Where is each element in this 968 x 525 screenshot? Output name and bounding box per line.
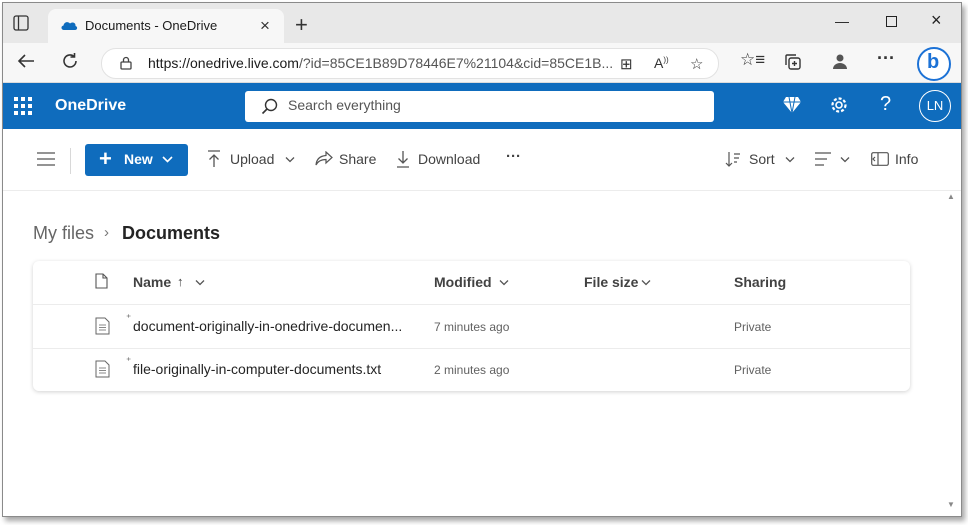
table-row[interactable]: ⁺ document-originally-in-onedrive-docume… <box>33 305 910 349</box>
app-available-icon[interactable]: ⊞ <box>620 55 633 73</box>
collections-icon[interactable] <box>784 53 802 71</box>
file-type-header-icon[interactable] <box>95 273 108 289</box>
maximize-icon[interactable] <box>886 16 897 27</box>
avatar[interactable]: LN <box>919 90 951 122</box>
upload-icon[interactable] <box>207 150 221 168</box>
download-icon[interactable] <box>396 150 410 168</box>
table-row[interactable]: ⁺ file-originally-in-computer-documents.… <box>33 348 910 391</box>
file-name-link[interactable]: file-originally-in-computer-documents.tx… <box>133 361 381 377</box>
settings-gear-icon[interactable] <box>829 95 849 115</box>
minimize-icon[interactable]: — <box>835 13 849 29</box>
chevron-down-icon <box>162 156 173 163</box>
add-favorite-icon[interactable]: ☆ <box>690 55 703 73</box>
read-aloud-icon[interactable]: A)) <box>654 55 669 71</box>
column-header-sharing[interactable]: Sharing <box>734 274 786 290</box>
help-icon[interactable]: ? <box>880 93 891 116</box>
lock-icon[interactable] <box>120 56 132 70</box>
browser-window: Documents - OneDrive × + — × https://one… <box>2 2 962 517</box>
file-sharing: Private <box>734 320 772 334</box>
chevron-down-icon[interactable] <box>641 279 651 287</box>
close-tab-icon[interactable]: × <box>260 16 270 36</box>
view-options-icon[interactable] <box>815 152 831 166</box>
scroll-down-icon[interactable]: ▼ <box>947 500 955 509</box>
favorites-icon[interactable]: ☆≡ <box>740 50 765 70</box>
new-tab-icon[interactable]: + <box>295 12 308 38</box>
chevron-down-icon[interactable] <box>840 156 850 164</box>
column-header-name[interactable]: Name <box>133 274 171 290</box>
plus-icon: + <box>99 146 112 171</box>
file-sharing: Private <box>734 363 772 377</box>
chevron-down-icon[interactable] <box>785 156 795 164</box>
premium-diamond-icon[interactable] <box>782 96 802 114</box>
breadcrumb-separator-icon: › <box>104 224 109 241</box>
chevron-down-icon[interactable] <box>499 279 509 287</box>
browser-tab[interactable]: Documents - OneDrive × <box>48 9 284 43</box>
upload-button[interactable]: Upload <box>230 151 274 167</box>
back-icon[interactable] <box>17 53 35 69</box>
more-options-icon[interactable]: ··· <box>877 48 895 69</box>
command-bar: + New Upload Share Download ··· Sort Inf… <box>3 130 961 191</box>
file-list: Name ↑ Modified File size Sharing ⁺ docu… <box>33 261 910 391</box>
sort-button[interactable]: Sort <box>749 151 775 167</box>
info-icon[interactable] <box>871 152 889 166</box>
column-header-modified[interactable]: Modified <box>434 274 492 290</box>
file-modified: 7 minutes ago <box>434 320 510 334</box>
download-button[interactable]: Download <box>418 151 480 167</box>
tab-actions-icon[interactable] <box>13 15 29 31</box>
url-text: https://onedrive.live.com/?id=85CE1B89D7… <box>148 55 614 71</box>
file-name-link[interactable]: document-originally-in-onedrive-documen.… <box>133 318 402 334</box>
scrollbar[interactable]: ▲ ▼ <box>943 190 959 515</box>
search-box[interactable] <box>245 91 714 122</box>
file-modified: 2 minutes ago <box>434 363 510 377</box>
search-input[interactable] <box>288 97 688 113</box>
scroll-up-icon[interactable]: ▲ <box>947 192 955 201</box>
new-file-sparkle-icon: ⁺ <box>126 313 132 324</box>
share-button[interactable]: Share <box>339 151 376 167</box>
column-header-file-size[interactable]: File size <box>584 274 638 290</box>
brand-name[interactable]: OneDrive <box>55 97 126 115</box>
sort-ascending-icon: ↑ <box>177 274 184 289</box>
breadcrumb-my-files[interactable]: My files <box>33 223 94 244</box>
bing-chat-icon[interactable]: b <box>917 47 951 81</box>
new-button[interactable]: + New <box>85 144 188 176</box>
more-commands-icon[interactable]: ··· <box>506 148 521 165</box>
list-header-row: Name ↑ Modified File size Sharing <box>33 261 910 305</box>
text-file-icon <box>95 360 110 378</box>
new-button-label: New <box>124 151 153 167</box>
refresh-icon[interactable] <box>61 52 79 70</box>
page-title: Documents <box>122 223 221 243</box>
url-field[interactable]: https://onedrive.live.com/?id=85CE1B89D7… <box>101 48 719 79</box>
share-icon[interactable] <box>315 151 333 167</box>
close-window-icon[interactable]: × <box>931 10 942 31</box>
profile-icon[interactable] <box>832 53 848 69</box>
divider <box>70 148 71 174</box>
onedrive-header: OneDrive ? LN <box>3 83 961 129</box>
new-file-sparkle-icon: ⁺ <box>126 356 132 367</box>
onedrive-cloud-icon <box>61 22 78 30</box>
search-icon <box>261 98 278 115</box>
chevron-down-icon[interactable] <box>285 156 295 164</box>
title-bar: Documents - OneDrive × + — × <box>3 3 961 43</box>
address-bar-row: https://onedrive.live.com/?id=85CE1B89D7… <box>3 43 961 83</box>
sort-icon[interactable] <box>725 151 741 167</box>
tab-title: Documents - OneDrive <box>85 18 218 33</box>
app-launcher-icon[interactable] <box>14 97 32 115</box>
info-button[interactable]: Info <box>895 151 918 167</box>
chevron-down-icon[interactable] <box>195 279 205 287</box>
hamburger-menu-icon[interactable] <box>37 152 55 166</box>
text-file-icon <box>95 317 110 335</box>
